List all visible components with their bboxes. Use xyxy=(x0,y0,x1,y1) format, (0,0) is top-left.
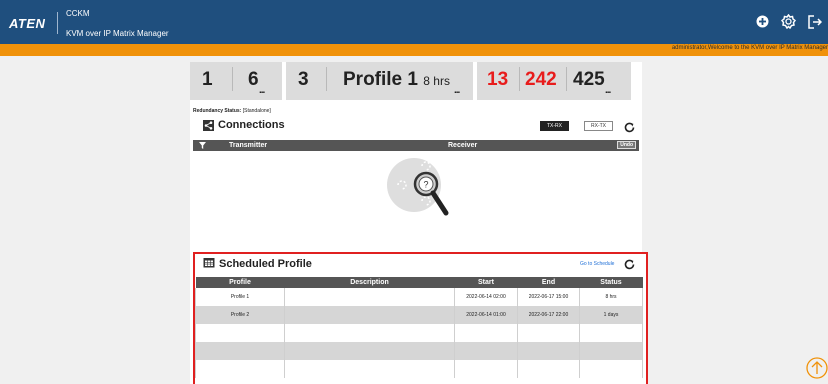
logo-divider xyxy=(57,12,58,34)
filter-icon[interactable] xyxy=(199,142,206,151)
redundancy-status: Redundancy Status: [Standalone] xyxy=(193,108,271,114)
cell-profile: Profile 1 xyxy=(195,288,285,306)
cell-end xyxy=(517,342,580,360)
receiver-column[interactable]: Receiver xyxy=(448,142,477,149)
summary-count-a: 1 xyxy=(202,69,213,90)
cell-start xyxy=(454,324,518,342)
add-icon[interactable] xyxy=(756,15,769,28)
cell-start: 2022-06-14 01:00 xyxy=(454,306,518,324)
cell-end xyxy=(517,324,580,342)
summary-divider xyxy=(566,67,567,91)
cell-start xyxy=(454,360,518,378)
rx-tx-button[interactable]: RX-TX xyxy=(584,121,613,131)
app-short-name: CCKM xyxy=(66,9,90,18)
scheduled-profile-header: Scheduled Profile xyxy=(203,257,312,271)
cell-profile xyxy=(195,360,285,378)
summary-count-c: 3 xyxy=(298,69,309,90)
cell-status xyxy=(579,324,643,342)
cell-description xyxy=(284,288,455,306)
table-row[interactable]: Profile 1 2022-06-14 02:00 2022-06-17 15… xyxy=(195,288,643,306)
summary-divider xyxy=(519,67,520,91)
tx-rx-button[interactable]: TX-RX xyxy=(540,121,569,131)
cell-start xyxy=(454,342,518,360)
share-icon xyxy=(203,119,214,131)
col-start[interactable]: Start xyxy=(454,277,518,288)
summary-bar: 1 6 ... 3 Profile 1 8 hrs ... 13 242 425… xyxy=(190,62,642,102)
no-data-search-icon: ? xyxy=(386,157,452,230)
cell-description xyxy=(284,324,455,342)
connections-header: Connections xyxy=(203,119,285,131)
summary-box-profile[interactable]: 3 Profile 1 8 hrs ... xyxy=(286,62,473,100)
cell-profile xyxy=(195,342,285,360)
table-header-row: Profile Description Start End Status xyxy=(195,277,643,288)
calendar-icon xyxy=(203,257,215,271)
col-description[interactable]: Description xyxy=(284,277,455,288)
scheduled-profile-title: Scheduled Profile xyxy=(219,258,312,270)
summary-box-stats[interactable]: 13 242 425 ... xyxy=(477,62,631,100)
cell-description xyxy=(284,360,455,378)
cell-start: 2022-06-14 02:00 xyxy=(454,288,518,306)
scheduled-profile-table: Profile Description Start End Status Pro… xyxy=(195,277,643,378)
cell-end xyxy=(517,360,580,378)
col-profile[interactable]: Profile xyxy=(195,277,285,288)
more-icon[interactable]: ... xyxy=(454,85,460,96)
cell-description xyxy=(284,342,455,360)
cell-status: 1 days xyxy=(579,306,643,324)
table-row xyxy=(195,324,643,342)
active-profile: Profile 1 8 hrs xyxy=(343,69,450,91)
col-status[interactable]: Status xyxy=(579,277,643,288)
cell-status: 8 hrs xyxy=(579,288,643,306)
summary-count-red-1: 13 xyxy=(487,69,509,90)
cell-description xyxy=(284,306,455,324)
connections-table-header: Transmitter Receiver Undo xyxy=(193,140,639,151)
app-title: KVM over IP Matrix Manager xyxy=(66,29,169,38)
cell-end: 2022-06-17 22:00 xyxy=(517,306,580,324)
connections-title: Connections xyxy=(218,119,285,131)
transmitter-column[interactable]: Transmitter xyxy=(229,142,267,149)
profile-duration: 8 hrs xyxy=(423,74,450,88)
summary-count-red-2: 242 xyxy=(525,69,557,90)
go-to-schedule-link[interactable]: Go to Schedule xyxy=(580,261,614,267)
table-row xyxy=(195,360,643,378)
cell-profile: Profile 2 xyxy=(195,306,285,324)
undo-button[interactable]: Undo xyxy=(617,141,636,149)
settings-gear-icon[interactable] xyxy=(781,14,796,29)
cell-profile xyxy=(195,324,285,342)
profile-name: Profile 1 xyxy=(343,69,418,90)
logout-icon[interactable] xyxy=(808,14,822,29)
aten-logo: ATEN xyxy=(9,16,46,31)
redundancy-label: Redundancy Status: xyxy=(193,108,242,114)
redundancy-value: [Standalone] xyxy=(242,108,271,114)
more-icon[interactable]: ... xyxy=(259,85,265,96)
cell-end: 2022-06-17 15:00 xyxy=(517,288,580,306)
summary-count-b: 6 xyxy=(248,69,259,90)
summary-box-devices[interactable]: 1 6 ... xyxy=(190,62,282,100)
more-icon[interactable]: ... xyxy=(605,85,611,96)
table-row[interactable]: Profile 2 2022-06-14 01:00 2022-06-17 22… xyxy=(195,306,643,324)
top-icons xyxy=(756,14,822,29)
status-bar: administrator,Welcome to the KVM over IP… xyxy=(0,44,828,56)
scroll-to-top-icon[interactable] xyxy=(806,357,828,384)
cell-status xyxy=(579,360,643,378)
table-row xyxy=(195,342,643,360)
refresh-icon[interactable] xyxy=(624,120,635,138)
svg-text:?: ? xyxy=(423,180,428,190)
refresh-icon[interactable] xyxy=(624,257,635,275)
summary-divider xyxy=(326,67,327,91)
summary-divider xyxy=(232,67,233,91)
cell-status xyxy=(579,342,643,360)
summary-count-total: 425 xyxy=(573,69,605,90)
welcome-message: administrator,Welcome to the KVM over IP… xyxy=(671,45,828,51)
top-bar: ATEN CCKM KVM over IP Matrix Manager xyxy=(0,0,828,44)
col-end[interactable]: End xyxy=(517,277,580,288)
